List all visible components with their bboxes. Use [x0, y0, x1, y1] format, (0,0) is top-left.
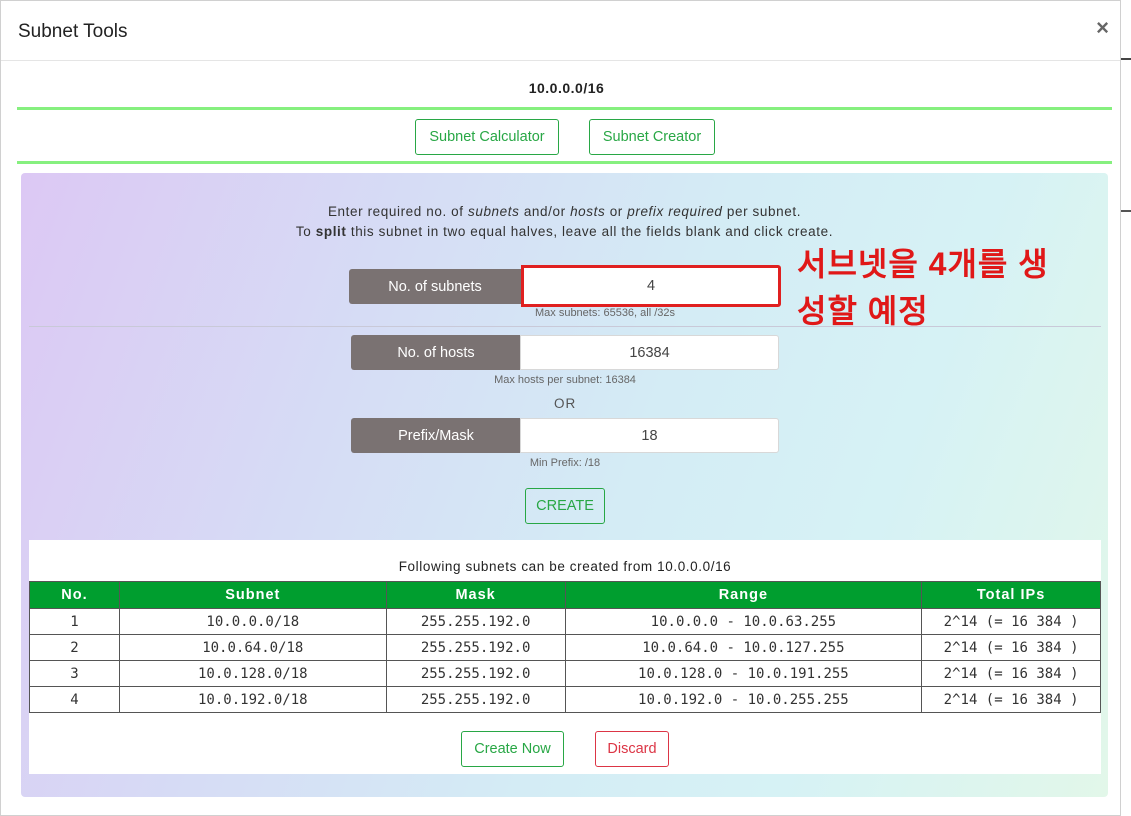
subnet-tools-modal: Subnet Tools × 10.0.0.0/16 Subnet Calcul… — [0, 0, 1121, 816]
cell-total-ips: 2^14 (= 16 384 ) — [921, 608, 1101, 635]
annotation-line-2: 성할 예정 — [797, 293, 929, 329]
modal-title: Subnet Tools — [18, 21, 128, 42]
cell-range: 10.0.192.0 - 10.0.255.255 — [564, 686, 923, 713]
prefix-hint: Min Prefix: /18 — [529, 457, 601, 469]
header-total-ips: Total IPs — [921, 581, 1101, 609]
header-mask: Mask — [385, 581, 566, 609]
discard-button[interactable]: Discard — [595, 731, 669, 767]
cell-no: 1 — [29, 608, 120, 635]
cell-total-ips: 2^14 (= 16 384 ) — [921, 686, 1101, 713]
cell-total-ips: 2^14 (= 16 384 ) — [921, 660, 1101, 687]
table-row: 3 10.0.128.0/18 255.255.192.0 10.0.128.0… — [29, 660, 1101, 687]
header-range: Range — [564, 581, 923, 609]
cell-range: 10.0.64.0 - 10.0.127.255 — [564, 634, 923, 661]
subnets-hint: Max subnets: 65536, all /32s — [534, 307, 676, 319]
create-now-button[interactable]: Create Now — [461, 731, 564, 767]
hosts-label: No. of hosts — [351, 335, 521, 370]
cell-no: 2 — [29, 634, 120, 661]
table-row: 1 10.0.0.0/18 255.255.192.0 10.0.0.0 - 1… — [29, 608, 1101, 635]
divider-bottom — [17, 161, 1112, 164]
subnet-calculator-button[interactable]: Subnet Calculator — [415, 119, 559, 155]
annotation-note: 서브넷을 4개를 생 성할 예정 — [797, 241, 1097, 335]
cell-subnet: 10.0.64.0/18 — [118, 634, 387, 661]
cell-no: 4 — [29, 686, 120, 713]
hosts-hint: Max hosts per subnet: 16384 — [494, 374, 636, 386]
hosts-input[interactable]: 16384 — [520, 335, 779, 370]
create-button[interactable]: CREATE — [525, 488, 605, 524]
modal-header: Subnet Tools × — [1, 1, 1120, 61]
or-separator: OR — [554, 396, 577, 411]
annotation-line-1: 서브넷을 4개를 생 — [797, 246, 1049, 282]
table-row: 4 10.0.192.0/18 255.255.192.0 10.0.192.0… — [29, 686, 1101, 713]
prefix-label: Prefix/Mask — [351, 418, 521, 453]
prefix-input[interactable]: 18 — [520, 418, 779, 453]
subnets-label: No. of subnets — [349, 269, 521, 304]
cell-subnet: 10.0.0.0/18 — [118, 608, 387, 635]
cell-subnet: 10.0.192.0/18 — [118, 686, 387, 713]
results-section: Following subnets can be created from 10… — [29, 540, 1101, 774]
network-title: 10.0.0.0/16 — [528, 80, 605, 96]
cell-mask: 255.255.192.0 — [385, 660, 566, 687]
header-subnet: Subnet — [118, 581, 387, 609]
cell-no: 3 — [29, 660, 120, 687]
background-edge — [1121, 210, 1131, 212]
cell-total-ips: 2^14 (= 16 384 ) — [921, 634, 1101, 661]
cell-range: 10.0.0.0 - 10.0.63.255 — [564, 608, 923, 635]
cell-range: 10.0.128.0 - 10.0.191.255 — [564, 660, 923, 687]
results-caption: Following subnets can be created from 10… — [398, 559, 732, 574]
cell-mask: 255.255.192.0 — [385, 686, 566, 713]
table-header-row: No. Subnet Mask Range Total IPs — [29, 581, 1101, 609]
instructions-line-2: To split this subnet in two equal halves… — [295, 224, 834, 239]
instructions-line-1: Enter required no. of subnets and/or hos… — [327, 204, 802, 219]
subnets-table: No. Subnet Mask Range Total IPs 1 10.0.0… — [29, 581, 1101, 713]
table-row: 2 10.0.64.0/18 255.255.192.0 10.0.64.0 -… — [29, 634, 1101, 661]
subnets-input[interactable]: 4 — [521, 265, 781, 307]
close-icon[interactable]: × — [1096, 17, 1109, 39]
cell-mask: 255.255.192.0 — [385, 608, 566, 635]
cell-subnet: 10.0.128.0/18 — [118, 660, 387, 687]
header-no: No. — [29, 581, 120, 609]
divider-top — [17, 107, 1112, 110]
subnet-creator-button[interactable]: Subnet Creator — [589, 119, 715, 155]
background-edge — [1121, 58, 1131, 60]
cell-mask: 255.255.192.0 — [385, 634, 566, 661]
